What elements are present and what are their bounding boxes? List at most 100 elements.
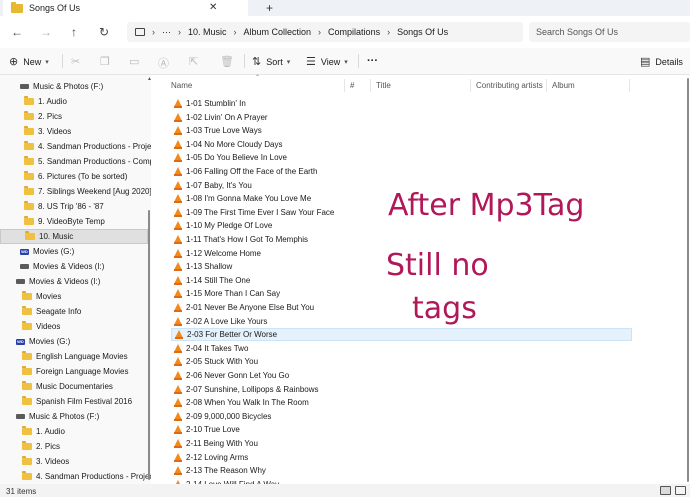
sort-button[interactable]: ⇅ Sort ▾	[252, 55, 290, 68]
table-row[interactable]: 1-02 Livin' On A Prayer	[171, 111, 632, 124]
nav-item[interactable]: 1. Audio	[0, 424, 148, 439]
close-tab-icon[interactable]: ✕	[209, 2, 217, 13]
table-row[interactable]: 1-11 That's How I Got To Memphis	[171, 233, 632, 246]
copy-button[interactable]: ❐	[100, 55, 115, 68]
cut-button[interactable]: ✂	[71, 55, 85, 68]
folder-icon	[22, 366, 32, 375]
table-row[interactable]: 1-08 I'm Gonna Make You Love Me	[171, 192, 632, 205]
new-button[interactable]: ⊕ New ▾	[9, 55, 49, 68]
table-row[interactable]: 2-08 When You Walk In The Room	[171, 396, 632, 409]
navigation-pane[interactable]: Music & Photos (F:) 1. Audio 2. Pics 3. Vid…	[0, 75, 151, 484]
table-row[interactable]: 1-05 Do You Believe In Love	[171, 151, 632, 164]
nav-item[interactable]: Music & Photos (F:)	[0, 79, 148, 94]
table-row[interactable]: 2-12 Loving Arms	[171, 451, 632, 464]
share-button[interactable]: ⇱	[189, 55, 203, 68]
details-button[interactable]: ▤ Details	[640, 55, 683, 68]
column-number[interactable]: #	[350, 81, 354, 90]
window-tab[interactable]: Songs Of Us ✕	[3, 0, 248, 16]
nav-item[interactable]: 5. Sandman Productions - Compl	[0, 154, 151, 169]
file-list[interactable]: ⌃ Name # Title Contributing artists Albu…	[151, 75, 690, 489]
more-button[interactable]: ···	[367, 55, 378, 67]
nav-item[interactable]: WD Movies (G:)	[0, 334, 148, 349]
nav-item[interactable]: Music & Photos (F:)	[0, 409, 148, 424]
table-row[interactable]: 1-01 Stumblin' In	[171, 97, 632, 110]
nav-item[interactable]: Movies	[0, 289, 148, 304]
nav-item[interactable]: Music Documentaries	[0, 379, 148, 394]
nav-item[interactable]: Movies & Videos (I:)	[0, 259, 148, 274]
table-row[interactable]: 1-15 More Than I Can Say	[171, 287, 632, 300]
table-row[interactable]: 1-09 The First Time Ever I Saw Your Face	[171, 206, 632, 219]
nav-item[interactable]: 9. VideoByte Temp	[0, 214, 148, 229]
nav-item[interactable]: 7. Siblings Weekend [Aug 2020]	[0, 184, 151, 199]
column-contributing-artists[interactable]: Contributing artists	[476, 81, 543, 90]
nav-item[interactable]: Foreign Language Movies	[0, 364, 148, 379]
table-row[interactable]: 2-02 A Love Like Yours	[171, 315, 632, 328]
breadcrumb-songs-of-us[interactable]: Songs Of Us	[397, 27, 448, 37]
table-row[interactable]: 2-05 Stuck With You	[171, 355, 632, 368]
nav-item[interactable]: 10. Music	[0, 229, 148, 244]
table-row[interactable]: 2-06 Never Gonn Let You Go	[171, 369, 632, 382]
breadcrumb-music[interactable]: 10. Music	[188, 27, 227, 37]
nav-item[interactable]: 1. Audio	[0, 94, 148, 109]
breadcrumb-separator[interactable]: ›	[178, 27, 181, 37]
nav-item[interactable]: 3. Videos	[0, 454, 148, 469]
folder-icon	[22, 381, 32, 390]
table-row[interactable]: 1-06 Falling Off the Face of the Earth	[171, 165, 632, 178]
table-row[interactable]: 1-03 True Love Ways	[171, 124, 632, 137]
up-icon[interactable]: ↑	[71, 25, 77, 39]
nav-item[interactable]: WD Movies (G:)	[0, 244, 148, 259]
file-list-scrollbar[interactable]	[686, 78, 690, 482]
breadcrumb-separator[interactable]: ›	[234, 27, 237, 37]
table-row[interactable]: 2-07 Sunshine, Lollipops & Rainbows	[171, 383, 632, 396]
new-tab-icon[interactable]: +	[266, 1, 273, 15]
paste-button[interactable]: ▭	[129, 55, 144, 68]
table-row[interactable]: 2-13 The Reason Why	[171, 464, 632, 477]
table-row[interactable]: 2-09 9,000,000 Bicycles	[171, 410, 632, 423]
table-row[interactable]: 2-03 For Better Or Worse	[171, 328, 632, 342]
table-row[interactable]: 1-12 Welcome Home	[171, 247, 632, 260]
table-row[interactable]: 2-04 It Takes Two	[171, 342, 632, 355]
nav-scrollbar-thumb[interactable]	[148, 210, 150, 480]
nav-item[interactable]: Seagate Info	[0, 304, 148, 319]
nav-item[interactable]: 6. Pictures (To be sorted)	[0, 169, 148, 184]
column-title[interactable]: Title	[376, 81, 391, 90]
tiles-view-icon[interactable]	[675, 486, 686, 495]
nav-item[interactable]: English Language Movies	[0, 349, 148, 364]
file-list-scrollbar-thumb[interactable]	[687, 78, 689, 482]
breadcrumb-separator[interactable]: ›	[387, 27, 390, 37]
details-view-icon[interactable]	[660, 486, 671, 495]
delete-button[interactable]: 🗑	[220, 55, 239, 68]
view-button[interactable]: ☰ View ▾	[306, 55, 348, 68]
breadcrumb-overflow[interactable]: ···	[162, 27, 171, 37]
nav-item[interactable]: Spanish Film Festival 2016	[0, 394, 148, 409]
nav-item[interactable]: Movies & Videos (I:)	[0, 274, 148, 289]
nav-item[interactable]: 4. Sandman Productions - Projects	[0, 469, 151, 484]
table-row[interactable]: 2-10 True Love	[171, 423, 632, 436]
breadcrumb-separator[interactable]: ›	[318, 27, 321, 37]
back-icon[interactable]: ←	[11, 25, 23, 39]
column-album[interactable]: Album	[552, 81, 575, 90]
search-input[interactable]: Search Songs Of Us	[529, 22, 690, 42]
breadcrumb-separator[interactable]: ›	[152, 27, 155, 37]
table-row[interactable]: 1-04 No More Cloudy Days	[171, 138, 632, 151]
breadcrumb[interactable]: › ··· › 10. Music › Album Collection › C…	[127, 22, 523, 42]
table-row[interactable]: 2-11 Being With You	[171, 437, 632, 450]
breadcrumb-album-collection[interactable]: Album Collection	[244, 27, 312, 37]
nav-item[interactable]: 8. US Trip '86 - '87	[0, 199, 148, 214]
rename-button[interactable]: Ⓐ	[158, 55, 174, 71]
nav-item-label: 4. Sandman Productions - Project	[38, 142, 151, 151]
table-row[interactable]: 1-13 Shallow	[171, 260, 632, 273]
breadcrumb-compilations[interactable]: Compilations	[328, 27, 380, 37]
table-row[interactable]: 1-07 Baby, It's You	[171, 179, 632, 192]
table-row[interactable]: 1-10 My Pledge Of Love	[171, 219, 632, 232]
forward-icon[interactable]: →	[40, 25, 52, 39]
nav-item[interactable]: Videos	[0, 319, 148, 334]
refresh-icon[interactable]: ↻	[99, 25, 109, 39]
nav-item[interactable]: 2. Pics	[0, 439, 148, 454]
column-name[interactable]: Name	[171, 81, 192, 90]
nav-item[interactable]: 4. Sandman Productions - Project	[0, 139, 151, 154]
table-row[interactable]: 2-01 Never Be Anyone Else But You	[171, 301, 632, 314]
nav-item[interactable]: 3. Videos	[0, 124, 148, 139]
table-row[interactable]: 1-14 Still The One	[171, 274, 632, 287]
nav-item[interactable]: 2. Pics	[0, 109, 148, 124]
